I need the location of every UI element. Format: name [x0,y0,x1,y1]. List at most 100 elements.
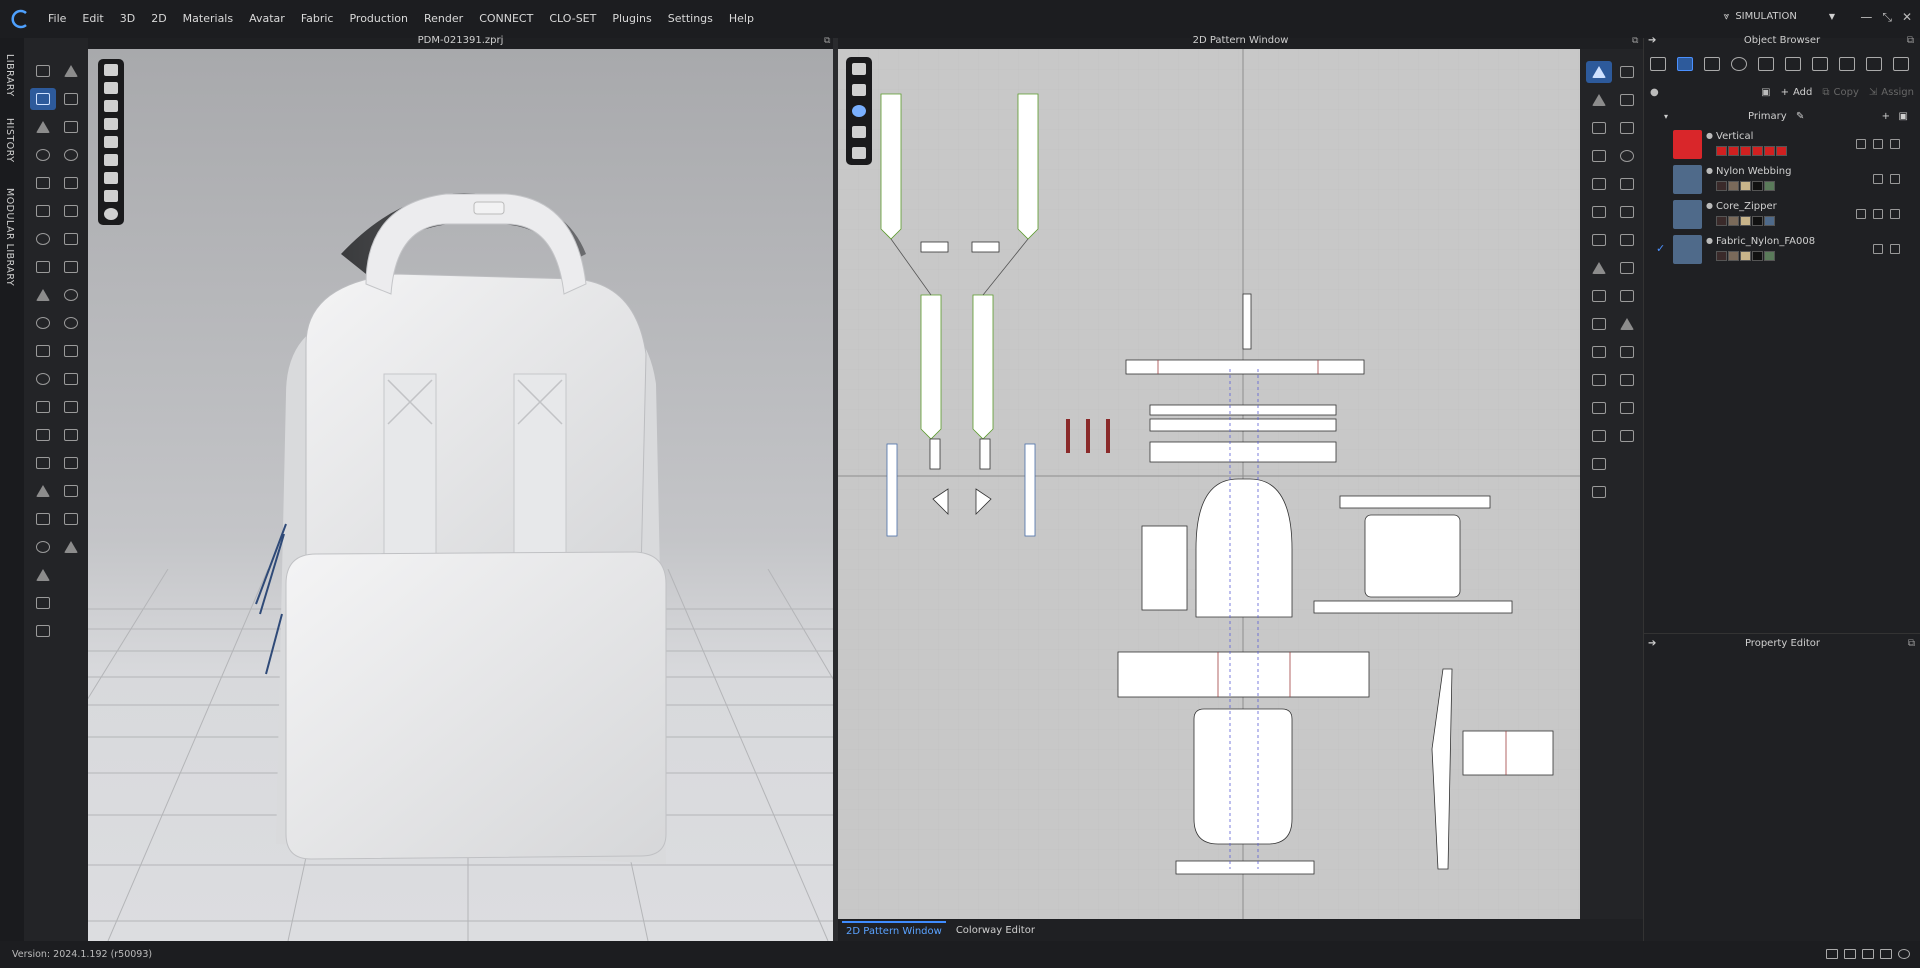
pen-tool-icon[interactable] [30,564,56,586]
notch-icon[interactable] [1586,285,1612,307]
menu-edit[interactable]: Edit [74,0,111,38]
pattern-tab-left[interactable] [920,241,949,253]
select-move-tool-icon[interactable] [30,60,56,82]
trim-tab-icon[interactable] [1866,57,1882,71]
pattern-front-panel[interactable] [1195,478,1293,618]
fabric-row-nylon-webbing[interactable]: ● Nylon Webbing [1644,162,1920,197]
refresh-icon[interactable] [1898,949,1910,959]
sew-tool-icon[interactable] [58,116,84,138]
text-icon[interactable] [1586,369,1612,391]
grid-tool-icon[interactable] [58,340,84,362]
pattern-base-strip[interactable] [1175,860,1315,875]
clo-logo-icon[interactable] [6,4,36,34]
graphic-tool-icon[interactable] [30,424,56,446]
fold-tool-icon[interactable] [30,172,56,194]
texture-tool-icon[interactable] [30,340,56,362]
measure-tool-icon[interactable] [30,508,56,530]
avatar-tool-icon[interactable] [30,480,56,502]
pattern-band-3[interactable] [1149,441,1337,463]
segment-sew-icon[interactable] [1586,313,1612,335]
snap-tool-icon[interactable] [58,396,84,418]
edit-pencil-icon[interactable]: ✎ [1796,111,1804,122]
needle-tool-icon[interactable] [58,172,84,194]
tab-modular-library[interactable]: MODULAR LIBRARY [4,188,15,286]
jacket-2d-icon[interactable] [1614,257,1640,279]
3d-only-icon[interactable] [1844,949,1856,959]
garment-tool-icon[interactable] [30,396,56,418]
tab-2d-pattern-window[interactable]: 2D Pattern Window [842,920,946,940]
maximize-3d-icon[interactable]: ⧉ [824,36,830,46]
duplicate-icon[interactable] [1873,174,1883,184]
shirt-view-icon[interactable] [104,100,118,112]
pattern-side-bar-right[interactable] [1024,443,1036,537]
pattern-canvas[interactable] [838,49,1580,919]
menu-production[interactable]: Production [341,0,416,38]
hand-tool-icon[interactable] [58,88,84,110]
add-button[interactable]: + Add [1781,87,1813,98]
measure-2d-icon[interactable] [1614,341,1640,363]
duplicate-icon[interactable] [1873,139,1883,149]
fabric-row-core-zipper[interactable]: ● Core_Zipper [1644,197,1920,232]
puckering-tab-icon[interactable] [1812,57,1828,71]
dart-icon[interactable] [1586,229,1612,251]
transform-tool-icon[interactable] [30,88,56,110]
annotation-icon[interactable] [1586,397,1612,419]
fabric-row-fabric-nylon-fa008[interactable]: ✓ ● Fabric_Nylon_FA008 [1644,232,1920,267]
shirt-2d-icon[interactable] [1614,229,1640,251]
pattern-strap-lower-right[interactable] [972,294,994,440]
add-to-icon[interactable] [1856,209,1866,219]
edit-point-icon[interactable] [1586,117,1612,139]
internal-rect-icon[interactable] [1586,201,1612,223]
close-icon[interactable]: ✕ [1902,10,1912,25]
jacket-tool-icon[interactable] [30,620,56,642]
menu-help[interactable]: Help [721,0,762,38]
line-2d-icon[interactable] [1614,313,1640,335]
pattern-back-panel[interactable] [1193,708,1293,845]
button-tab-icon[interactable] [1731,57,1747,71]
pattern-pocket-strip[interactable] [1339,495,1491,509]
pattern-tool-icon[interactable] [58,256,84,278]
fabric-tab-icon[interactable] [1677,57,1693,71]
duplicate-icon[interactable] [1873,209,1883,219]
backpack-3d-model[interactable] [246,144,716,864]
pattern-strap-right[interactable] [1017,93,1039,240]
pattern-connector-right[interactable] [979,438,991,470]
add-to-icon[interactable] [1856,139,1866,149]
pen-view-icon[interactable] [852,63,866,75]
fill-icon[interactable] [1586,453,1612,475]
pattern-pocket-front[interactable] [1364,514,1461,598]
restore-icon[interactable]: ⤡ [1882,10,1892,25]
menu-2d[interactable]: 2D [143,0,174,38]
maximize-2d-icon[interactable]: ⧉ [1632,36,1638,46]
folder-colorway-icon[interactable]: ▣ [1899,111,1908,122]
pattern-band-1[interactable] [1149,404,1337,416]
zigzag-icon[interactable] [1614,369,1640,391]
menu-settings[interactable]: Settings [660,0,721,38]
assign-row-icon[interactable] [1890,139,1900,149]
layer-tool-icon[interactable] [58,368,84,390]
assign-row-icon[interactable] [1890,209,1900,219]
tape-tool-icon[interactable] [30,536,56,558]
pattern-side-bar-left[interactable] [886,443,898,537]
avatar-view-icon[interactable] [104,118,118,130]
buttonhole-tab-icon[interactable] [1758,57,1774,71]
sweater-2d-icon[interactable] [1614,285,1640,307]
collapse-arrow-icon[interactable]: ➔ [1648,36,1656,46]
tab-history[interactable]: HISTORY [4,118,15,163]
pattern-band-2[interactable] [1149,418,1337,432]
mode-selector[interactable]: ⩔ SIMULATION ▼ [1724,11,1835,22]
minimize-icon[interactable]: — [1860,10,1872,25]
zipper-tab-icon[interactable] [1839,57,1855,71]
shirt-tool-icon[interactable] [30,592,56,614]
info-icon[interactable] [852,105,866,117]
grading-icon[interactable] [1586,425,1612,447]
copy-button[interactable]: ⧉ Copy [1822,87,1859,98]
square-tool-icon[interactable] [58,424,84,446]
globe-view-icon[interactable] [104,208,118,220]
line-tool-icon[interactable] [30,284,56,306]
shirt-view-tool-icon[interactable] [58,228,84,250]
seam-icon[interactable] [1614,89,1640,111]
pattern-tab-right[interactable] [971,241,1000,253]
pattern-pocket-base[interactable] [1313,600,1513,614]
cube-view-icon[interactable] [104,64,118,76]
